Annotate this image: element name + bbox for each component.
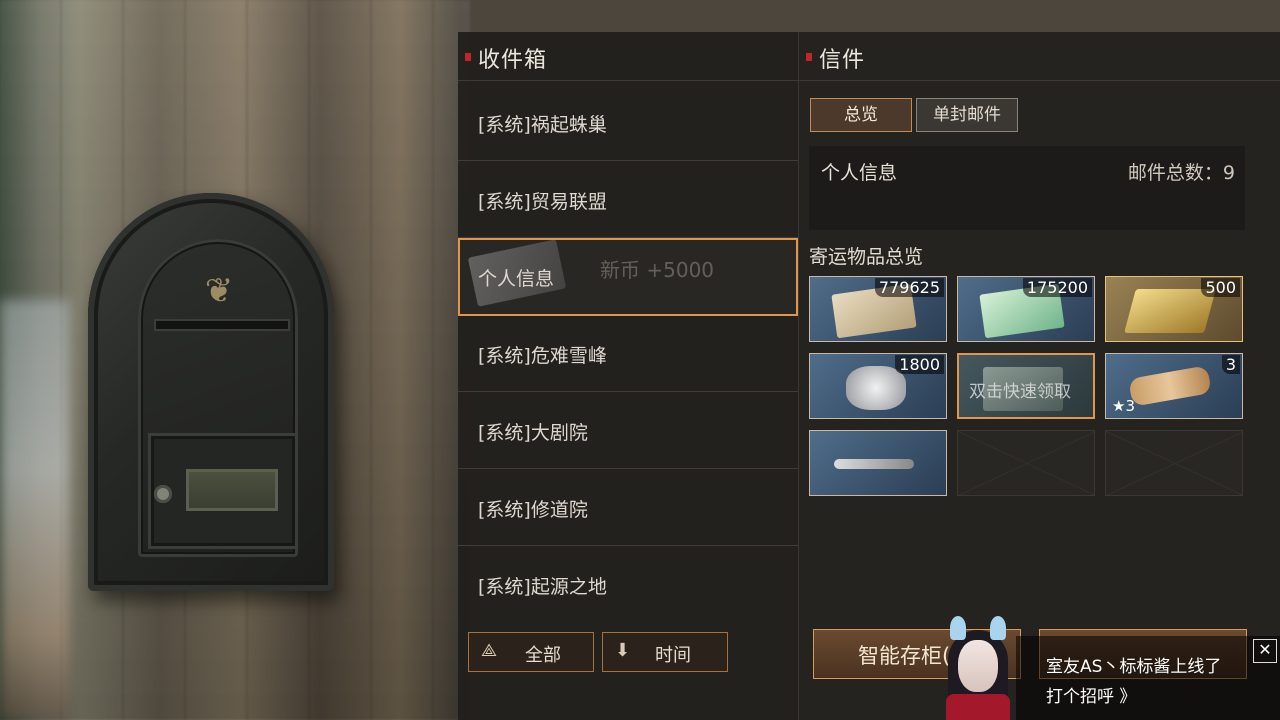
- item-quantity: 779625: [874, 278, 944, 297]
- letter-title: 信件: [805, 42, 865, 74]
- mail-item[interactable]: [系统]危难雪峰: [458, 315, 798, 392]
- close-icon[interactable]: ✕: [1253, 639, 1277, 663]
- mail-item-label: 个人信息: [478, 268, 555, 290]
- mail-item-label: [系统]修道院: [478, 499, 588, 521]
- empty-slot: [957, 430, 1095, 496]
- mailbox-ornament: ❦: [204, 271, 234, 311]
- greet-link[interactable]: 打个招呼 》: [1046, 682, 1136, 707]
- mail-item-selected[interactable]: 新币 +5000 个人信息: [458, 238, 798, 316]
- mail-item[interactable]: [系统]大剧院: [458, 392, 798, 469]
- item-slot[interactable]: 175200: [957, 276, 1095, 342]
- mail-item[interactable]: [系统]起源之地: [458, 546, 798, 622]
- avatar-dress: [946, 694, 1010, 720]
- mail-item-label: [系统]大剧院: [478, 422, 588, 444]
- arrow-down-icon: ⬇: [615, 640, 631, 661]
- wrench-icon: [834, 459, 914, 469]
- item-slot[interactable]: 1800: [809, 353, 947, 419]
- mailbox-lock: [154, 485, 172, 503]
- mailbox-slot: [154, 319, 290, 331]
- sort-all-label: 全部: [525, 645, 561, 666]
- avatar-face: [958, 640, 998, 692]
- item-quantity: 175200: [1022, 278, 1092, 297]
- mail-item-label: [系统]危难雪峰: [478, 345, 607, 367]
- friend-online-notification: 室友AS丶标标酱上线了 打个招呼 》 ✕: [1016, 636, 1280, 720]
- sort-time-label: 时间: [655, 645, 691, 666]
- mail-item-label: [系统]祸起蛛巢: [478, 114, 607, 136]
- ore-icon: [846, 366, 906, 410]
- friend-avatar: [936, 616, 1020, 720]
- gold-bar-icon: [1124, 289, 1216, 333]
- item-quantity: 500: [1201, 278, 1240, 297]
- quick-claim-hint: 双击快速领取: [969, 382, 1071, 402]
- mail-item-attachment: 新币 +5000: [600, 258, 715, 282]
- letter-panel: 信件 总览 单封邮件 个人信息 邮件总数：9 寄运物品总览 779625 175…: [798, 32, 1280, 720]
- sort-all-button[interactable]: ⟁ 全部: [468, 632, 594, 672]
- item-slot-hovered[interactable]: 双击快速领取: [957, 353, 1095, 419]
- inbox-panel: 收件箱 [系统]祸起蛛巢 [系统]贸易联盟 新币 +5000 个人信息 [系统]…: [458, 32, 798, 720]
- mailbox-model: ❦: [88, 193, 334, 591]
- mail-item[interactable]: [系统]祸起蛛巢: [458, 84, 798, 161]
- inbox-title: 收件箱: [464, 42, 547, 74]
- item-slot[interactable]: 779625: [809, 276, 947, 342]
- mailbox-nameplate: [186, 469, 278, 511]
- avatar-ear: [990, 616, 1006, 640]
- item-quantity: 3: [1221, 355, 1240, 374]
- item-slot[interactable]: 500: [1105, 276, 1243, 342]
- triangle-icon: ⟁: [481, 640, 498, 661]
- mail-item-label: [系统]起源之地: [478, 576, 607, 598]
- item-quantity: 1800: [895, 355, 944, 374]
- avatar-ear: [950, 616, 966, 640]
- item-slot[interactable]: [809, 430, 947, 496]
- star-rating: ★3: [1112, 397, 1135, 415]
- mail-item-label: [系统]贸易联盟: [478, 191, 607, 213]
- mail-info-box: 个人信息 邮件总数：9: [809, 146, 1245, 230]
- item-slot[interactable]: 3 ★3: [1105, 353, 1243, 419]
- notification-text: 室友AS丶标标酱上线了: [1046, 657, 1222, 677]
- divider: [458, 80, 798, 81]
- mail-item[interactable]: [系统]贸易联盟: [458, 161, 798, 238]
- mail-total-count: 邮件总数：9: [1127, 162, 1235, 184]
- divider: [799, 80, 1280, 81]
- tab-single-mail[interactable]: 单封邮件: [916, 98, 1018, 132]
- scroll-icon: [1128, 365, 1212, 407]
- shipping-overview-title: 寄运物品总览: [809, 246, 924, 268]
- mail-sender: 个人信息: [821, 162, 898, 184]
- mail-item[interactable]: [系统]修道院: [458, 469, 798, 546]
- tab-overview[interactable]: 总览: [810, 98, 912, 132]
- sort-time-button[interactable]: ⬇ 时间: [602, 632, 728, 672]
- empty-slot: [1105, 430, 1243, 496]
